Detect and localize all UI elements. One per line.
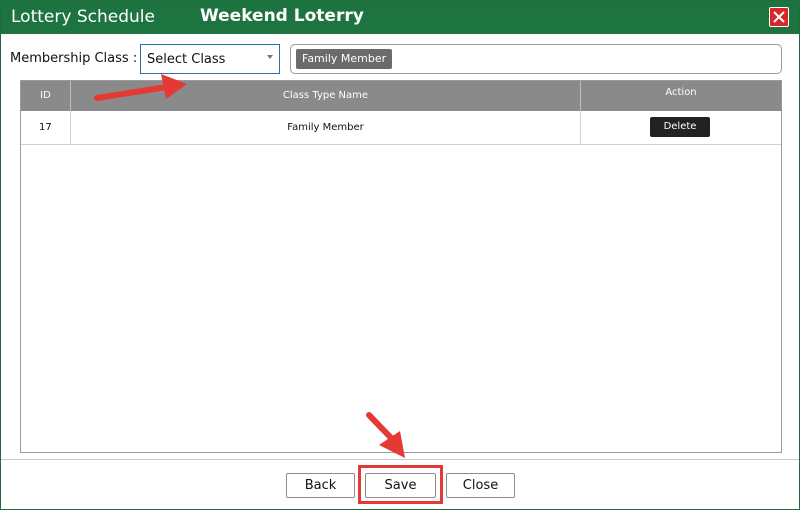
title-bar: Lottery Schedule Weekend Loterry [1, 1, 799, 34]
close-icon[interactable] [769, 7, 789, 27]
select-value: Select Class [147, 52, 226, 67]
cell-class-type-name: Family Member [71, 111, 581, 144]
window-title: Lottery Schedule [11, 7, 155, 27]
selected-classes-box[interactable]: Family Member [290, 44, 782, 74]
save-highlight-annotation [358, 465, 443, 504]
selected-class-tag[interactable]: Family Member [296, 49, 393, 69]
table-header: ID Class Type Name Action [21, 81, 781, 111]
membership-class-select[interactable]: Select Class [140, 44, 280, 74]
table-row: 17 Family Member Delete [21, 111, 781, 145]
class-table: ID Class Type Name Action 17 Family Memb… [20, 80, 782, 453]
footer-divider [1, 459, 799, 460]
column-header-class-type-name: Class Type Name [71, 81, 581, 111]
lottery-schedule-window: Lottery Schedule Weekend Loterry Members… [0, 0, 800, 510]
column-header-id: ID [21, 81, 71, 111]
back-button[interactable]: Back [286, 473, 355, 498]
delete-button[interactable]: Delete [650, 117, 710, 137]
membership-class-label: Membership Class : [10, 51, 138, 66]
cell-action: Delete [581, 111, 781, 144]
cell-id: 17 [21, 111, 71, 144]
close-button[interactable]: Close [446, 473, 515, 498]
window-subtitle: Weekend Loterry [200, 6, 364, 26]
column-header-action: Action [665, 87, 697, 98]
chevron-down-icon [267, 55, 273, 59]
